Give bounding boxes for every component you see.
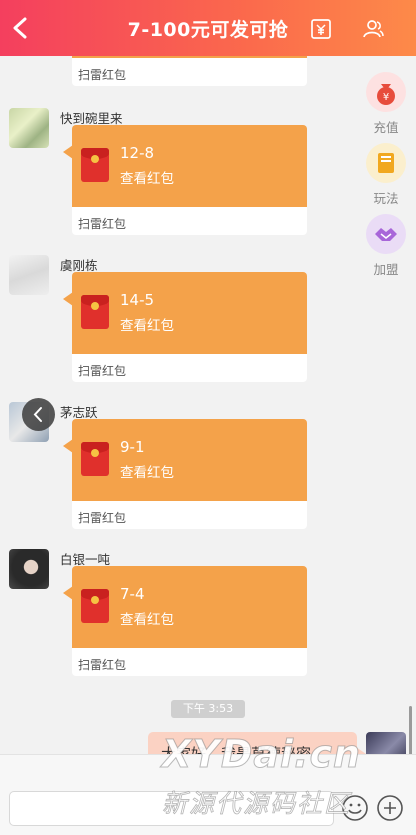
- packet-footer: 扫雷红包: [72, 354, 307, 382]
- side-action-rules[interactable]: 玩法: [365, 143, 407, 207]
- red-packet[interactable]: 7-4 查看红包 扫雷红包: [63, 566, 307, 676]
- red-packet[interactable]: 9-1 查看红包 扫雷红包: [63, 419, 307, 529]
- red-envelope-icon: [81, 442, 109, 476]
- money-bag-icon: ¥: [366, 72, 406, 112]
- avatar[interactable]: [9, 255, 49, 295]
- avatar[interactable]: [9, 549, 49, 589]
- packet-action: 查看红包: [120, 465, 174, 481]
- packet-amount: 9-1: [120, 438, 145, 456]
- packet-footer: 扫雷红包: [72, 501, 307, 529]
- packet-amount: 12-8: [120, 144, 155, 162]
- side-action-recharge[interactable]: ¥ 充值: [365, 72, 407, 136]
- red-envelope-icon: [81, 589, 109, 623]
- scrollbar[interactable]: [409, 706, 412, 754]
- red-envelope-icon: [81, 295, 109, 329]
- red-envelope-icon: [81, 148, 109, 182]
- packet-action: 查看红包: [120, 612, 174, 628]
- packet-footer: 扫雷红包: [72, 207, 307, 235]
- side-action-label: 加盟: [373, 262, 399, 277]
- plus-icon[interactable]: [375, 793, 405, 823]
- side-action-join[interactable]: 加盟: [365, 214, 407, 278]
- people-icon[interactable]: [362, 18, 384, 40]
- chevron-left-icon[interactable]: [10, 16, 32, 40]
- emoji-icon[interactable]: [340, 793, 370, 823]
- red-packet[interactable]: 12-8 查看红包 扫雷红包: [63, 125, 307, 235]
- book-icon: [366, 143, 406, 183]
- packet-action: 查看红包: [120, 171, 174, 187]
- my-message-bubble[interactable]: 大家好，我是草德秘密: [148, 732, 366, 754]
- svg-text:¥: ¥: [383, 92, 389, 103]
- floating-back-button[interactable]: [22, 398, 55, 431]
- avatar[interactable]: [9, 108, 49, 148]
- header-bar: 7-100元可发可抢: [0, 0, 416, 56]
- chat-area[interactable]: 扫雷红包 快到碗里来 12-8 查看红包 扫雷红包 虞刚栋 14-5 查看红包 …: [0, 56, 416, 754]
- side-action-label: 充值: [373, 120, 399, 135]
- input-bar: [0, 754, 416, 835]
- page-title: 7-100元可发可抢: [127, 18, 289, 41]
- packet-amount: 14-5: [120, 291, 155, 309]
- packet-footer: 扫雷红包: [72, 648, 307, 676]
- chevron-left-icon: [33, 407, 42, 422]
- packet-action: 查看红包: [120, 318, 174, 334]
- packet-footer: 扫雷红包: [72, 58, 307, 86]
- handshake-icon: [366, 214, 406, 254]
- side-action-label: 玩法: [373, 191, 399, 206]
- packet-amount: 7-4: [120, 585, 145, 603]
- yen-wallet-icon[interactable]: [310, 18, 332, 40]
- red-packet[interactable]: 14-5 查看红包 扫雷红包: [63, 272, 307, 382]
- timestamp-chip: 下午 3:53: [171, 700, 245, 718]
- my-avatar[interactable]: [366, 732, 406, 754]
- message-input[interactable]: [9, 791, 334, 826]
